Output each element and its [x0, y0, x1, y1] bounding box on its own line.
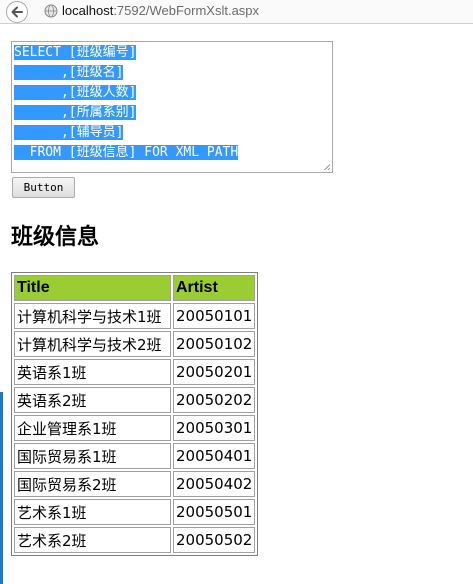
page-heading: 班级信息 — [11, 225, 100, 250]
back-button[interactable] — [6, 1, 28, 23]
table-row: 英语系1班 20050201 — [14, 359, 256, 385]
table-row: 艺术系1班 20050501 — [14, 499, 256, 525]
cell-artist: 20050102 — [173, 331, 256, 357]
cell-title: 英语系2班 — [14, 387, 171, 413]
sql-line: ,[所属系别] — [14, 105, 137, 120]
submit-button[interactable]: Button — [12, 177, 75, 198]
sql-line: ,[班级名] — [14, 65, 124, 80]
cell-title: 国际贸易系2班 — [14, 471, 171, 497]
cell-title: 计算机科学与技术2班 — [14, 331, 171, 357]
cell-title: 国际贸易系1班 — [14, 443, 171, 469]
url-path: :7592/WebFormXslt.aspx — [113, 3, 260, 18]
browser-toolbar: localhost:7592/WebFormXslt.aspx — [0, 0, 473, 24]
globe-icon — [44, 4, 58, 18]
column-header-artist: Artist — [173, 275, 256, 301]
resize-grip-icon[interactable] — [323, 163, 330, 170]
left-edge-strip — [0, 392, 3, 584]
cell-artist: 20050501 — [173, 499, 256, 525]
table-row: 艺术系2班 20050502 — [14, 527, 256, 553]
sql-line: ,[辅导员] — [14, 125, 124, 140]
class-info-table: Title Artist 计算机科学与技术1班 20050101 计算机科学与技术2… — [11, 272, 259, 556]
cell-artist: 20050502 — [173, 527, 256, 553]
url-host: localhost — [62, 3, 114, 18]
cell-title: 艺术系1班 — [14, 499, 171, 525]
cell-artist: 20050301 — [173, 415, 256, 441]
table-row: 英语系2班 20050202 — [14, 387, 256, 413]
sql-line: ,[班级人数] — [14, 85, 137, 100]
sql-textarea[interactable]: SELECT [班级编号] ,[班级名] ,[班级人数] ,[所属系别] ,[辅… — [11, 41, 333, 173]
sql-line: FROM [班级信息] FOR XML PATH — [14, 145, 239, 160]
table-row: 企业管理系1班 20050301 — [14, 415, 256, 441]
table-header-row: Title Artist — [14, 275, 256, 301]
cell-artist: 20050401 — [173, 443, 256, 469]
cell-artist: 20050202 — [173, 387, 256, 413]
table-row: 计算机科学与技术1班 20050101 — [14, 303, 256, 329]
cell-title: 英语系1班 — [14, 359, 171, 385]
column-header-title: Title — [14, 275, 171, 301]
cell-artist: 20050402 — [173, 471, 256, 497]
address-bar[interactable]: localhost:7592/WebFormXslt.aspx — [62, 3, 259, 18]
cell-title: 企业管理系1班 — [14, 415, 171, 441]
table-row: 国际贸易系1班 20050401 — [14, 443, 256, 469]
cell-title: 艺术系2班 — [14, 527, 171, 553]
cell-artist: 20050201 — [173, 359, 256, 385]
cell-artist: 20050101 — [173, 303, 256, 329]
sql-line: SELECT [班级编号] — [14, 45, 137, 60]
back-arrow-icon — [11, 6, 23, 18]
cell-title: 计算机科学与技术1班 — [14, 303, 171, 329]
table-row: 国际贸易系2班 20050402 — [14, 471, 256, 497]
table-row: 计算机科学与技术2班 20050102 — [14, 331, 256, 357]
